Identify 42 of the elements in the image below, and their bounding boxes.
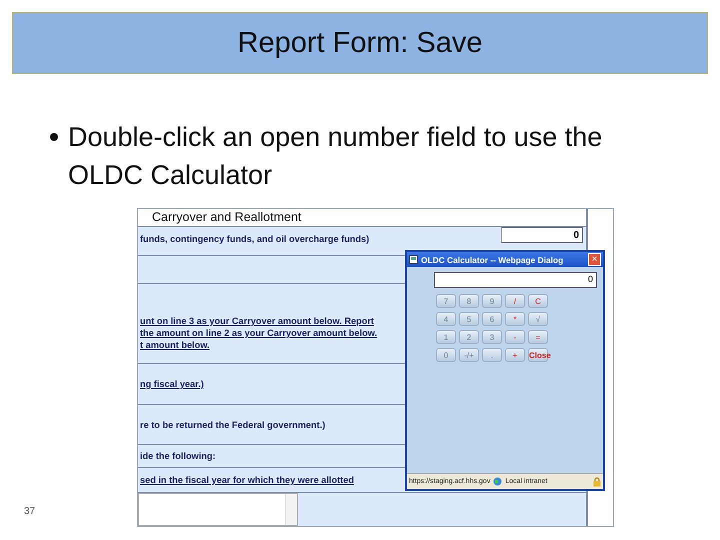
- close-button[interactable]: ×: [588, 253, 601, 266]
- text-area[interactable]: [138, 493, 298, 526]
- lock-icon: [593, 476, 601, 486]
- bullet-icon: [50, 133, 58, 141]
- calculator-key[interactable]: 1: [436, 330, 456, 344]
- calculator-key[interactable]: 3: [482, 330, 502, 344]
- calculator-key[interactable]: *: [505, 312, 525, 326]
- form-text: ide the following:: [140, 450, 216, 462]
- bullet-text: Double-click an open number field to use the OLDC Calculator: [68, 121, 604, 192]
- form-text: re to be returned the Federal government.): [140, 418, 326, 430]
- form-text: unt on line 3 as your Carryover amount below. Report: [140, 315, 374, 327]
- calculator-key[interactable]: +: [505, 348, 525, 362]
- form-heading: Carryover and Reallotment: [138, 209, 586, 227]
- calculator-key[interactable]: 2: [459, 330, 479, 344]
- calculator-key[interactable]: =: [528, 330, 548, 344]
- calculator-key[interactable]: /: [505, 294, 525, 308]
- form-text: t amount below.: [140, 339, 210, 351]
- calculator-display[interactable]: 0: [434, 272, 597, 288]
- number-field[interactable]: 0: [501, 227, 583, 243]
- calculator-key[interactable]: -: [505, 330, 525, 344]
- calculator-key[interactable]: 0: [436, 348, 456, 362]
- globe-icon: [493, 477, 502, 486]
- form-text: funds, contingency funds, and oil overcharge funds): [140, 233, 370, 245]
- calculator-key[interactable]: Close: [528, 348, 548, 362]
- slide-title: Report Form: Save: [12, 12, 708, 74]
- calculator-key[interactable]: .: [482, 348, 502, 362]
- window-icon: [409, 255, 418, 264]
- calculator-key[interactable]: -/+: [459, 348, 479, 362]
- calculator-key[interactable]: 6: [482, 312, 502, 326]
- scroll-bar[interactable]: [285, 494, 297, 525]
- calculator-key[interactable]: 4: [436, 312, 456, 326]
- calculator-key[interactable]: 5: [459, 312, 479, 326]
- form-text: ng fiscal year.): [140, 378, 204, 390]
- form-text: the amount on line 2 as your Carryover amount below.: [140, 327, 378, 339]
- calculator-key[interactable]: C: [528, 294, 548, 308]
- calculator-key[interactable]: 7: [436, 294, 456, 308]
- calculator-key[interactable]: 9: [482, 294, 502, 308]
- dialog-title: OLDC Calculator -- Webpage Dialog: [421, 254, 564, 264]
- page-number: 37: [24, 506, 36, 517]
- form-text: sed in the fiscal year for which they were allotted: [140, 474, 354, 486]
- calculator-key[interactable]: 8: [459, 294, 479, 308]
- calculator-key[interactable]: √: [528, 312, 548, 326]
